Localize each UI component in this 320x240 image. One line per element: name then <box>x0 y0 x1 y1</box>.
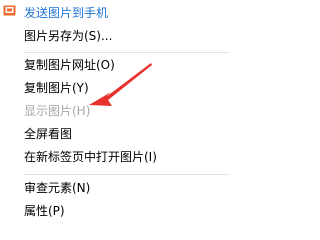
menu-item-label: 审查元素(N) <box>24 181 91 195</box>
menu-item-open-in-new-tab[interactable]: 在新标签页中打开图片(I) <box>24 148 157 167</box>
menu-item-copy-image[interactable]: 复制图片(Y) <box>24 79 89 98</box>
menu-item-label: 在新标签页中打开图片(I) <box>24 150 157 164</box>
menu-separator <box>24 174 229 175</box>
menu-item-label: 复制图片网址(O) <box>24 58 115 72</box>
menu-item-label: 复制图片(Y) <box>24 81 89 95</box>
phone-send-icon <box>3 5 16 16</box>
menu-item-save-image-as[interactable]: 图片另存为(S)... <box>24 27 112 46</box>
menu-item-fullscreen-view[interactable]: 全屏看图 <box>24 125 72 144</box>
menu-separator <box>24 52 229 53</box>
menu-item-copy-image-url[interactable]: 复制图片网址(O) <box>24 56 115 75</box>
menu-item-label: 图片另存为(S)... <box>24 29 113 43</box>
menu-item-label: 属性(P) <box>24 204 65 218</box>
menu-item-show-image: 显示图片(H) <box>24 102 90 121</box>
menu-item-send-to-phone[interactable]: 发送图片到手机 <box>24 4 108 23</box>
context-menu: 发送图片到手机 图片另存为(S)... 复制图片网址(O) 复制图片(Y) 显示… <box>0 0 231 230</box>
menu-item-label: 全屏看图 <box>24 127 73 141</box>
menu-item-properties[interactable]: 属性(P) <box>24 202 65 221</box>
menu-item-inspect-element[interactable]: 审查元素(N) <box>24 179 90 198</box>
menu-item-label: 显示图片(H) <box>24 104 91 118</box>
menu-item-label: 发送图片到手机 <box>24 6 109 20</box>
